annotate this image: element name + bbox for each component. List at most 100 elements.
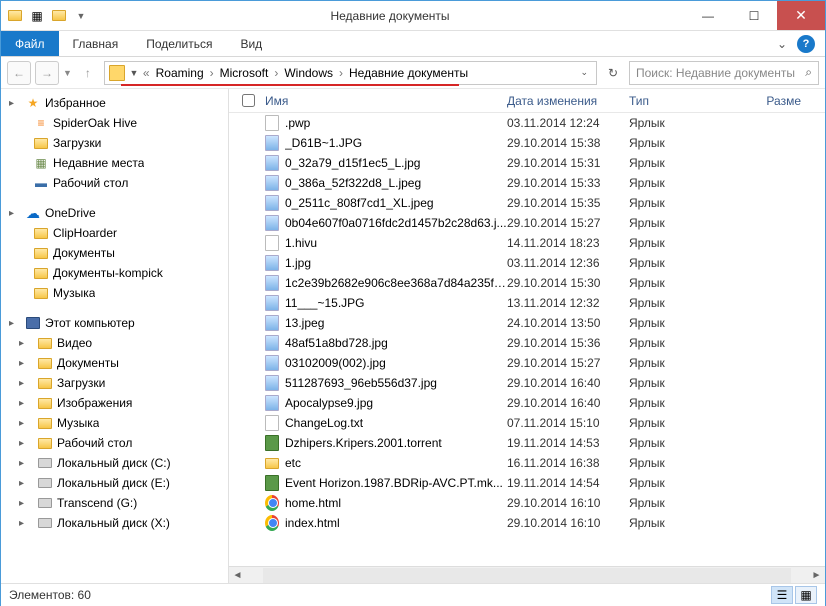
- recent-locations-icon[interactable]: ▼: [63, 68, 72, 78]
- details-view-button[interactable]: ☰: [771, 586, 793, 604]
- search-icon: ⌕: [805, 65, 812, 80]
- file-icon: [265, 335, 279, 351]
- sidebar-drive-c[interactable]: ▸Локальный диск (C:): [1, 453, 228, 473]
- column-name[interactable]: Имя: [261, 94, 507, 108]
- sidebar-drive-g[interactable]: ▸Transcend (G:): [1, 493, 228, 513]
- properties-icon[interactable]: ▦: [29, 8, 45, 24]
- file-row[interactable]: Dzhipers.Kripers.2001.torrent 19.11.2014…: [229, 433, 825, 453]
- crumb-microsoft[interactable]: Microsoft: [216, 66, 273, 80]
- file-name-cell: Dzhipers.Kripers.2001.torrent: [261, 435, 507, 451]
- file-type-cell: Ярлык: [629, 496, 725, 510]
- sidebar-spideroak[interactable]: ≡SpiderOak Hive: [1, 113, 228, 133]
- file-date-cell: 03.11.2014 12:36: [507, 256, 629, 270]
- file-row[interactable]: _D61B~1.JPG 29.10.2014 15:38 Ярлык: [229, 133, 825, 153]
- sidebar-documents-od[interactable]: Документы: [1, 243, 228, 263]
- crumb-windows[interactable]: Windows: [280, 66, 337, 80]
- file-row[interactable]: index.html 29.10.2014 16:10 Ярлык: [229, 513, 825, 533]
- sidebar-downloads[interactable]: Загрузки: [1, 133, 228, 153]
- sidebar-documents[interactable]: ▸Документы: [1, 353, 228, 373]
- new-folder-icon[interactable]: [51, 8, 67, 24]
- file-name-cell: 03102009(002).jpg: [261, 355, 507, 371]
- file-name-cell: 1c2e39b2682e906c8ee368a7d84a235f_f...: [261, 275, 507, 291]
- address-bar[interactable]: ▼ « Roaming › Microsoft › Windows › Неда…: [104, 61, 597, 85]
- forward-button[interactable]: →: [35, 61, 59, 85]
- file-list[interactable]: .pwp 03.11.2014 12:24 Ярлык _D61B~1.JPG …: [229, 113, 825, 566]
- thispc-group: ▸Этот компьютер ▸Видео ▸Документы ▸Загру…: [1, 313, 228, 533]
- refresh-button[interactable]: ↻: [601, 61, 625, 85]
- file-row[interactable]: Apocalypse9.jpg 29.10.2014 16:40 Ярлык: [229, 393, 825, 413]
- file-row[interactable]: 0_386a_52f322d8_L.jpeg 29.10.2014 15:33 …: [229, 173, 825, 193]
- sidebar-pictures[interactable]: ▸Изображения: [1, 393, 228, 413]
- file-row[interactable]: 0_32a79_d15f1ec5_L.jpg 29.10.2014 15:31 …: [229, 153, 825, 173]
- file-name-cell: _D61B~1.JPG: [261, 135, 507, 151]
- file-row[interactable]: 11___~15.JPG 13.11.2014 12:32 Ярлык: [229, 293, 825, 313]
- file-row[interactable]: 1.hivu 14.11.2014 18:23 Ярлык: [229, 233, 825, 253]
- sidebar-drive-x[interactable]: ▸Локальный диск (X:): [1, 513, 228, 533]
- minimize-button[interactable]: —: [685, 1, 731, 30]
- tab-share[interactable]: Поделиться: [132, 31, 226, 56]
- file-name-cell: 13.jpeg: [261, 315, 507, 331]
- file-row[interactable]: 48af51a8bd728.jpg 29.10.2014 15:36 Ярлык: [229, 333, 825, 353]
- sidebar-videos[interactable]: ▸Видео: [1, 333, 228, 353]
- favorites-root[interactable]: ▸★Избранное: [1, 93, 228, 113]
- tab-file[interactable]: Файл: [1, 31, 59, 56]
- sidebar-downloads-pc[interactable]: ▸Загрузки: [1, 373, 228, 393]
- column-date[interactable]: Дата изменения: [507, 94, 629, 108]
- file-icon: [265, 215, 279, 231]
- sidebar-music[interactable]: ▸Музыка: [1, 413, 228, 433]
- qat-dropdown-icon[interactable]: ▼: [73, 8, 89, 24]
- file-date-cell: 13.11.2014 12:32: [507, 296, 629, 310]
- file-type-cell: Ярлык: [629, 116, 725, 130]
- file-row[interactable]: 0b04e607f0a0716fdc2d1457b2c28d63.j... 29…: [229, 213, 825, 233]
- file-row[interactable]: home.html 29.10.2014 16:10 Ярлык: [229, 493, 825, 513]
- navigation-pane[interactable]: ▸★Избранное ≡SpiderOak Hive Загрузки ▦Не…: [1, 89, 229, 583]
- app-icon[interactable]: [7, 8, 23, 24]
- tab-home[interactable]: Главная: [59, 31, 133, 56]
- thispc-root[interactable]: ▸Этот компьютер: [1, 313, 228, 333]
- file-icon: [265, 475, 279, 491]
- sidebar-recent[interactable]: ▦Недавние места: [1, 153, 228, 173]
- icons-view-button[interactable]: ▦: [795, 586, 817, 604]
- scroll-right-icon[interactable]: ►: [808, 570, 825, 581]
- file-row[interactable]: 1c2e39b2682e906c8ee368a7d84a235f_f... 29…: [229, 273, 825, 293]
- select-all-checkbox[interactable]: [235, 94, 261, 107]
- expand-ribbon-icon[interactable]: ⌄: [777, 37, 787, 51]
- onedrive-group: ▸☁OneDrive ClipHoarder Документы Докумен…: [1, 203, 228, 303]
- file-row[interactable]: 511287693_96eb556d37.jpg 29.10.2014 16:4…: [229, 373, 825, 393]
- file-row[interactable]: 03102009(002).jpg 29.10.2014 15:27 Ярлык: [229, 353, 825, 373]
- file-row[interactable]: etc 16.11.2014 16:38 Ярлык: [229, 453, 825, 473]
- address-dropdown-icon[interactable]: ⌄: [576, 67, 592, 78]
- sidebar-desktop-pc[interactable]: ▸Рабочий стол: [1, 433, 228, 453]
- sidebar-music-od[interactable]: Музыка: [1, 283, 228, 303]
- crumb-recent[interactable]: Недавние документы: [345, 66, 472, 80]
- file-name-cell: .pwp: [261, 115, 507, 131]
- crumb-roaming[interactable]: Roaming: [152, 66, 208, 80]
- file-row[interactable]: 0_2511c_808f7cd1_XL.jpeg 29.10.2014 15:3…: [229, 193, 825, 213]
- column-type[interactable]: Тип: [629, 94, 725, 108]
- sidebar-documents-kompick[interactable]: Документы-kompick: [1, 263, 228, 283]
- horizontal-scrollbar[interactable]: ◄ ►: [229, 566, 825, 583]
- back-button[interactable]: ←: [7, 61, 31, 85]
- search-input[interactable]: Поиск: Недавние документы ⌕: [629, 61, 819, 85]
- sidebar-cliphoarder[interactable]: ClipHoarder: [1, 223, 228, 243]
- maximize-button[interactable]: ☐: [731, 1, 777, 30]
- scroll-left-icon[interactable]: ◄: [229, 570, 246, 581]
- up-button[interactable]: ↑: [76, 61, 100, 85]
- tab-view[interactable]: Вид: [226, 31, 276, 56]
- sidebar-drive-e[interactable]: ▸Локальный диск (E:): [1, 473, 228, 493]
- breadcrumbs: « Roaming › Microsoft › Windows › Недавн…: [143, 66, 575, 80]
- file-row[interactable]: 13.jpeg 24.10.2014 13:50 Ярлык: [229, 313, 825, 333]
- sidebar-desktop[interactable]: ▬Рабочий стол: [1, 173, 228, 193]
- file-row[interactable]: .pwp 03.11.2014 12:24 Ярлык: [229, 113, 825, 133]
- help-icon[interactable]: ?: [797, 35, 815, 53]
- file-date-cell: 29.10.2014 15:36: [507, 336, 629, 350]
- column-size[interactable]: Разме: [725, 94, 825, 108]
- content-area: ▸★Избранное ≡SpiderOak Hive Загрузки ▦Не…: [1, 89, 825, 583]
- onedrive-root[interactable]: ▸☁OneDrive: [1, 203, 228, 223]
- history-dropdown-icon[interactable]: ▼: [127, 68, 141, 78]
- close-button[interactable]: ✕: [777, 1, 825, 30]
- file-row[interactable]: ChangeLog.txt 07.11.2014 15:10 Ярлык: [229, 413, 825, 433]
- file-row[interactable]: Event Horizon.1987.BDRip-AVC.PT.mk... 19…: [229, 473, 825, 493]
- file-name-cell: 511287693_96eb556d37.jpg: [261, 375, 507, 391]
- file-row[interactable]: 1.jpg 03.11.2014 12:36 Ярлык: [229, 253, 825, 273]
